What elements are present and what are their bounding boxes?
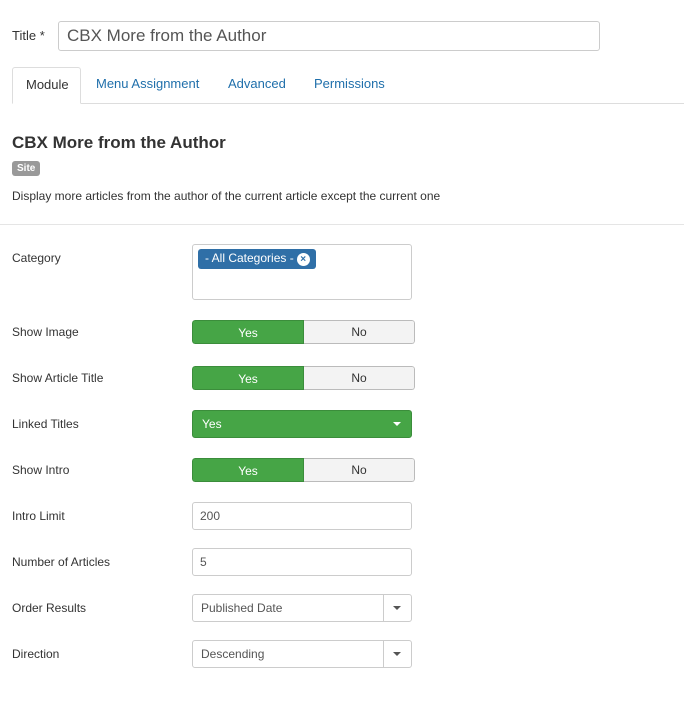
tab-bar: Module Menu Assignment Advanced Permissi… bbox=[12, 67, 684, 104]
select-separator bbox=[383, 595, 384, 621]
tab-menu-assignment[interactable]: Menu Assignment bbox=[83, 67, 212, 103]
show-intro-toggle: Yes No bbox=[192, 458, 415, 482]
show-image-yes-button[interactable]: Yes bbox=[192, 320, 304, 344]
order-results-label: Order Results bbox=[12, 601, 87, 615]
linked-titles-select[interactable]: Yes bbox=[192, 410, 412, 438]
number-of-articles-input[interactable]: 5 bbox=[192, 548, 412, 576]
show-intro-label: Show Intro bbox=[12, 463, 70, 477]
close-icon[interactable]: × bbox=[296, 253, 310, 266]
tab-module[interactable]: Module bbox=[12, 67, 81, 104]
intro-limit-input[interactable]: 200 bbox=[192, 502, 412, 530]
show-article-title-label: Show Article Title bbox=[12, 371, 104, 385]
site-badge: Site bbox=[12, 161, 41, 176]
show-article-title-toggle: Yes No bbox=[192, 366, 415, 390]
show-image-toggle: Yes No bbox=[192, 320, 415, 344]
tab-permissions[interactable]: Permissions bbox=[301, 67, 398, 103]
show-intro-no-button[interactable]: No bbox=[304, 458, 415, 482]
category-chip-label: - All Categories - bbox=[205, 251, 294, 265]
intro-limit-label: Intro Limit bbox=[12, 509, 65, 523]
direction-value: Descending bbox=[201, 647, 265, 661]
linked-titles-value: Yes bbox=[202, 417, 222, 431]
module-description: Display more articles from the author of… bbox=[12, 189, 441, 203]
tab-advanced[interactable]: Advanced bbox=[215, 67, 299, 103]
order-results-select[interactable]: Published Date bbox=[192, 594, 412, 622]
chevron-down-icon bbox=[393, 422, 401, 426]
direction-label: Direction bbox=[12, 647, 60, 661]
order-results-value: Published Date bbox=[201, 601, 283, 615]
divider bbox=[0, 224, 684, 225]
linked-titles-label: Linked Titles bbox=[12, 417, 79, 431]
module-heading: CBX More from the Author bbox=[12, 133, 226, 152]
title-label: Title * bbox=[12, 28, 45, 43]
category-multiselect[interactable]: - All Categories - × bbox=[192, 244, 412, 300]
direction-select[interactable]: Descending bbox=[192, 640, 412, 668]
number-of-articles-label: Number of Articles bbox=[12, 555, 111, 569]
title-input[interactable]: CBX More from the Author bbox=[58, 21, 600, 51]
category-chip: - All Categories - × bbox=[198, 249, 316, 269]
category-label: Category bbox=[12, 251, 61, 265]
show-image-label: Show Image bbox=[12, 325, 79, 339]
show-article-title-no-button[interactable]: No bbox=[304, 366, 415, 390]
select-separator bbox=[383, 641, 384, 667]
show-intro-yes-button[interactable]: Yes bbox=[192, 458, 304, 482]
show-image-no-button[interactable]: No bbox=[304, 320, 415, 344]
chevron-down-icon bbox=[393, 652, 401, 656]
show-article-title-yes-button[interactable]: Yes bbox=[192, 366, 304, 390]
chevron-down-icon bbox=[393, 606, 401, 610]
